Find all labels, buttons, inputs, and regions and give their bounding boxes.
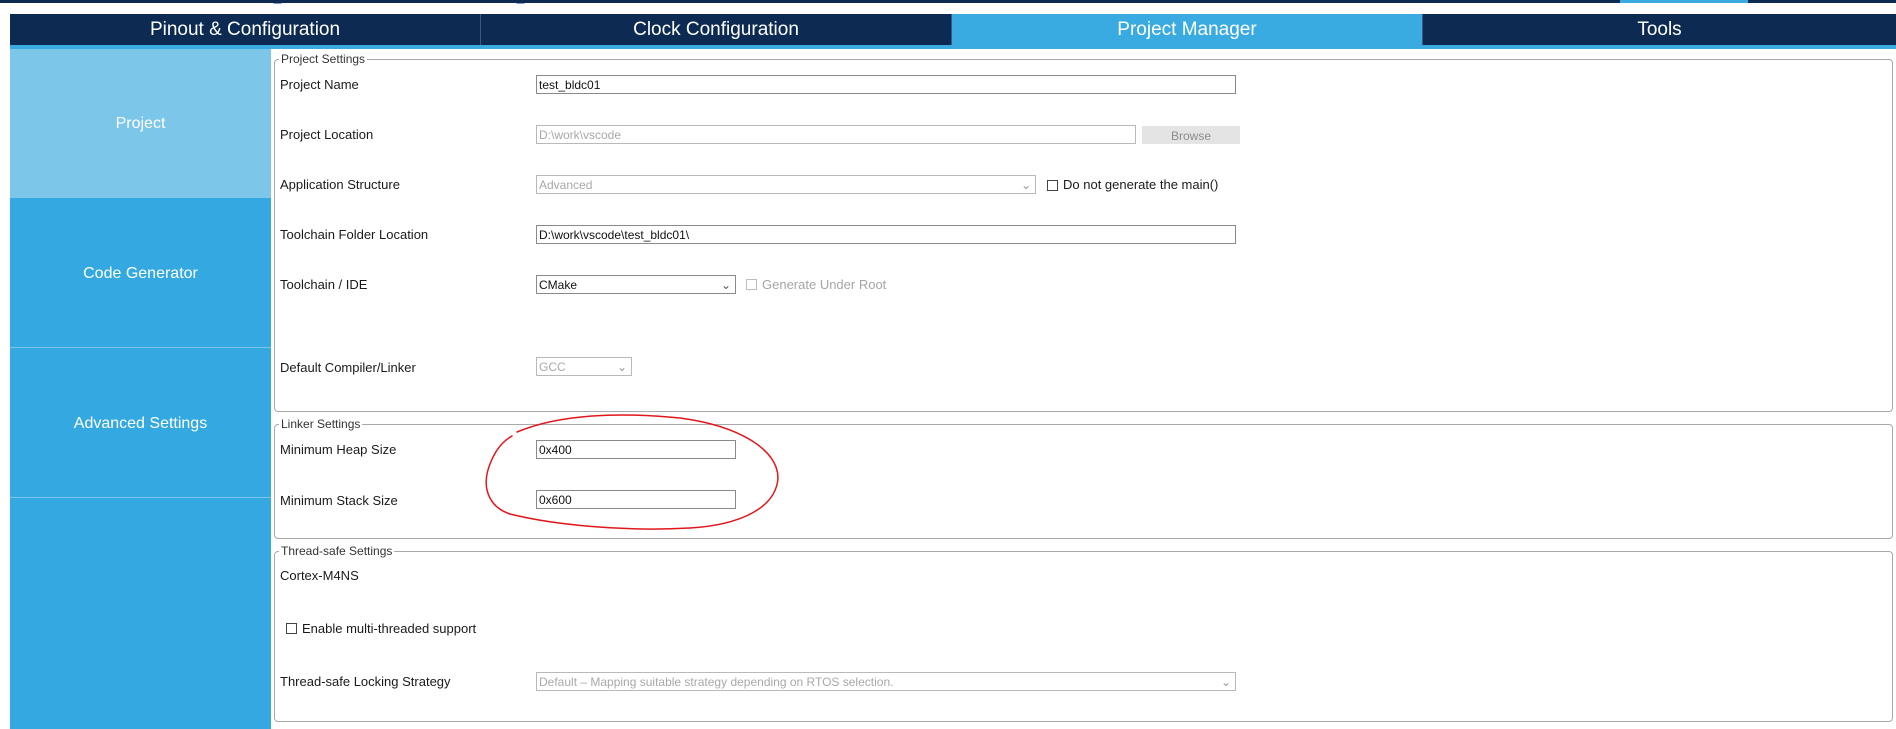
chevron-down-icon: ⌄ xyxy=(1220,675,1231,689)
thread-safe-settings-legend: Thread-safe Settings xyxy=(281,544,393,558)
min-heap-input[interactable]: 0x400 xyxy=(536,440,736,459)
linker-settings-group: Linker Settings xyxy=(274,417,1893,539)
toolchain-ide-label: Toolchain / IDE xyxy=(280,277,368,292)
application-structure-value: Advanced xyxy=(539,178,593,192)
strip-accent xyxy=(1620,0,1748,3)
tab-tools[interactable]: Tools xyxy=(1423,14,1896,45)
core-name-label: Cortex-M4NS xyxy=(280,568,359,583)
sidebar-item-project[interactable]: Project xyxy=(10,49,271,198)
default-compiler-value: GCC xyxy=(539,360,566,374)
tab-project-manager[interactable]: Project Manager xyxy=(952,14,1423,45)
tab-clock-configuration[interactable]: Clock Configuration xyxy=(481,14,952,45)
do-not-generate-main-label: Do not generate the main() xyxy=(1063,177,1219,192)
do-not-generate-main-checkbox[interactable] xyxy=(1047,180,1058,191)
chevron-down-icon: ⌄ xyxy=(720,278,731,292)
sidebar-item-code-generator[interactable]: Code Generator xyxy=(10,199,271,348)
chevron-down-icon: ⌄ xyxy=(1020,178,1031,192)
toolchain-ide-select[interactable]: CMake ⌄ xyxy=(536,275,736,294)
browse-button[interactable]: Browse xyxy=(1142,126,1240,144)
project-name-input[interactable]: test_bldc01 xyxy=(536,75,1236,94)
default-compiler-label: Default Compiler/Linker xyxy=(280,360,416,375)
min-stack-label: Minimum Stack Size xyxy=(280,493,398,508)
application-structure-label: Application Structure xyxy=(280,177,400,192)
min-stack-input[interactable]: 0x600 xyxy=(536,490,736,509)
multithread-checkbox[interactable] xyxy=(286,623,297,634)
generate-under-root-checkbox[interactable] xyxy=(746,279,757,290)
application-structure-select[interactable]: Advanced ⌄ xyxy=(536,175,1036,194)
default-compiler-select[interactable]: GCC ⌄ xyxy=(536,357,632,376)
tab-underline xyxy=(10,45,1896,49)
toolchain-ide-value: CMake xyxy=(539,278,578,292)
sidebar-item-advanced-settings[interactable]: Advanced Settings xyxy=(10,349,271,498)
sidebar: Project Code Generator Advanced Settings xyxy=(10,49,271,729)
toolchain-folder-label: Toolchain Folder Location xyxy=(280,227,429,242)
locking-strategy-label: Thread-safe Locking Strategy xyxy=(280,674,451,689)
project-location-input[interactable]: D:\work\vscode xyxy=(536,125,1136,144)
locking-strategy-value: Default – Mapping suitable strategy depe… xyxy=(539,675,894,689)
strip-marker xyxy=(273,0,285,4)
thread-safe-settings-group: Thread-safe Settings xyxy=(274,544,1893,722)
generate-under-root-label: Generate Under Root xyxy=(762,277,887,292)
locking-strategy-select[interactable]: Default – Mapping suitable strategy depe… xyxy=(536,672,1236,691)
project-settings-legend: Project Settings xyxy=(281,52,366,66)
sidebar-item-empty xyxy=(10,499,271,648)
toolchain-folder-input[interactable]: D:\work\vscode\test_bldc01\ xyxy=(536,225,1236,244)
main-tab-bar: Pinout & Configuration Clock Configurati… xyxy=(10,14,1896,45)
title-strip xyxy=(0,0,1896,4)
linker-settings-legend: Linker Settings xyxy=(281,417,361,431)
project-location-label: Project Location xyxy=(280,127,374,142)
multithread-label: Enable multi-threaded support xyxy=(302,621,477,636)
chevron-down-icon: ⌄ xyxy=(616,360,627,374)
strip-marker xyxy=(516,0,528,4)
project-name-label: Project Name xyxy=(280,77,359,92)
min-heap-label: Minimum Heap Size xyxy=(280,442,397,457)
tab-pinout-configuration[interactable]: Pinout & Configuration xyxy=(10,14,481,45)
